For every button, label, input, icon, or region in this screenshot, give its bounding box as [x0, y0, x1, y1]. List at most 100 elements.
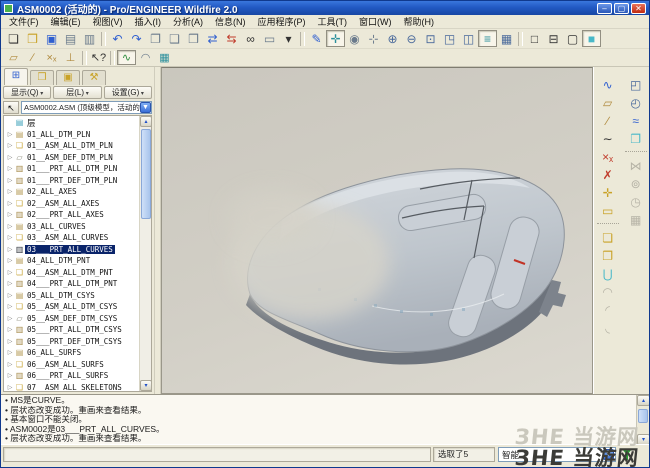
- model-selector-combo[interactable]: ASM0002.ASM (顶级模型，活动的): [21, 101, 152, 114]
- layer-label[interactable]: 01___PRT_ALL_DTM_PLN: [25, 164, 119, 173]
- pipe-tool-button[interactable]: ◠: [136, 50, 155, 65]
- reorient-button[interactable]: ◳: [440, 30, 459, 47]
- trim-tool-button[interactable]: ◜: [597, 302, 619, 320]
- layer-label[interactable]: 07__ASM_ALL_SKELETONS: [25, 383, 124, 391]
- layer-row[interactable]: 01___PRT_DEF_DTM_PLN: [6, 175, 139, 187]
- menu-info[interactable]: 信息(N): [209, 15, 252, 28]
- expand-arrow-icon[interactable]: [6, 142, 14, 149]
- layer-label[interactable]: 06___PRT_ALL_SURFS: [25, 371, 110, 380]
- layer-label[interactable]: 03_ALL_CURVES: [25, 222, 88, 231]
- curve-tool-button[interactable]: ∿: [117, 50, 136, 65]
- layer-row[interactable]: 03__ASM_ALL_CURVES: [6, 232, 139, 244]
- paste-special-button[interactable]: ❒: [184, 30, 203, 47]
- layer-label[interactable]: 06__ASM_ALL_SURFS: [25, 360, 106, 369]
- scroll-thumb[interactable]: [141, 129, 151, 219]
- expand-arrow-icon[interactable]: [6, 292, 14, 299]
- layer-row[interactable]: 02__ASM_ALL_AXES: [6, 198, 139, 210]
- refit-button[interactable]: ⊡: [421, 30, 440, 47]
- expand-arrow-icon[interactable]: [6, 303, 14, 310]
- layer-row[interactable]: 04_ALL_DTM_PNT: [6, 255, 139, 267]
- expand-arrow-icon[interactable]: [6, 257, 14, 264]
- no-hidden-button[interactable]: ▢: [563, 30, 582, 47]
- publish-geometry-button[interactable]: ❐: [597, 248, 619, 266]
- menu-insert[interactable]: 插入(I): [129, 15, 168, 28]
- layer-menu-button[interactable]: 层(L): [53, 86, 102, 99]
- wireframe-button[interactable]: □: [525, 30, 544, 47]
- sweep-tool-button[interactable]: ≈: [625, 113, 647, 131]
- menu-applications[interactable]: 应用程序(P): [252, 15, 312, 28]
- use-quilt-button[interactable]: ⋈: [625, 158, 647, 176]
- regenerate-custom-button[interactable]: ⇆: [222, 30, 241, 47]
- selection-filter-combo[interactable]: 智能: [498, 447, 616, 462]
- print-preview-button[interactable]: ▥: [80, 30, 99, 47]
- expand-arrow-icon[interactable]: [6, 338, 14, 345]
- expand-arrow-icon[interactable]: [6, 326, 14, 333]
- datum-axis-toggle[interactable]: ∕: [23, 50, 42, 65]
- merge-tool-button[interactable]: ⋃: [597, 266, 619, 284]
- layer-label[interactable]: 04_ALL_DTM_PNT: [25, 256, 92, 265]
- expand-arrow-icon[interactable]: [6, 384, 14, 391]
- style-tool-button[interactable]: ∿: [597, 77, 619, 95]
- expand-arrow-icon[interactable]: [6, 372, 14, 379]
- layer-row[interactable]: 05_ALL_DTM_CSYS: [6, 290, 139, 302]
- repaint-button[interactable]: ✎: [307, 30, 326, 47]
- layer-row[interactable]: 06_ALL_SURFS: [6, 347, 139, 359]
- expand-arrow-icon[interactable]: [6, 315, 14, 322]
- datum-point-tool[interactable]: ×ₓ: [597, 149, 619, 167]
- select-options-caret[interactable]: ▾: [279, 30, 298, 47]
- hidden-line-button[interactable]: ⊟: [544, 30, 563, 47]
- show-menu-button[interactable]: 显示(Q): [3, 86, 52, 99]
- model-viewport[interactable]: [160, 67, 594, 394]
- extrude-tool-button[interactable]: ◰: [625, 77, 647, 95]
- pan-zoom-button[interactable]: ⊹: [364, 30, 383, 47]
- layer-label[interactable]: 05_ALL_DTM_CSYS: [25, 291, 97, 300]
- extend-tool-button[interactable]: ◟: [597, 320, 619, 338]
- layer-row[interactable]: 01__ASM_ALL_DTM_PLN: [6, 140, 139, 152]
- zoom-out-button[interactable]: ⊖: [402, 30, 421, 47]
- regenerate-button[interactable]: ⇄: [203, 30, 222, 47]
- close-button[interactable]: [631, 2, 646, 14]
- layer-row[interactable]: 06___PRT_ALL_SURFS: [6, 370, 139, 382]
- undo-button[interactable]: ↶: [108, 30, 127, 47]
- layer-label[interactable]: 03___PRT_ALL_CURVES: [25, 244, 115, 254]
- expand-arrow-icon[interactable]: [6, 165, 14, 172]
- layer-label[interactable]: 05__ASM_ALL_DTM_CSYS: [25, 302, 119, 311]
- tab-favorites[interactable]: ▣: [56, 70, 80, 85]
- scroll-up-icon[interactable]: [140, 116, 151, 127]
- orient-mode-button[interactable]: ◉: [345, 30, 364, 47]
- expand-arrow-icon[interactable]: [6, 200, 14, 207]
- layer-row[interactable]: 07__ASM_ALL_SKELETONS: [6, 382, 139, 391]
- csys-display-toggle[interactable]: ⊥: [61, 50, 80, 65]
- layer-row[interactable]: 02___PRT_ALL_AXES: [6, 209, 139, 221]
- blend-tool-button[interactable]: ❐: [625, 131, 647, 149]
- zoom-in-button[interactable]: ⊕: [383, 30, 402, 47]
- plan-view-tool[interactable]: ▭: [597, 203, 619, 221]
- find-button[interactable]: ∞: [241, 30, 260, 47]
- csys-tool-button[interactable]: ✛: [597, 185, 619, 203]
- layer-label[interactable]: 05___PRT_ALL_DTM_CSYS: [25, 325, 124, 334]
- scroll-up-icon[interactable]: [637, 395, 649, 406]
- scroll-thumb[interactable]: [638, 409, 648, 423]
- layer-row[interactable]: 05__ASM_DEF_DTM_CSYS: [6, 313, 139, 325]
- layer-row[interactable]: 05__ASM_ALL_DTM_CSYS: [6, 301, 139, 313]
- select-arrow-button[interactable]: ↖: [3, 101, 19, 114]
- layer-label[interactable]: 02___PRT_ALL_AXES: [25, 210, 106, 219]
- layer-label[interactable]: 05___PRT_DEF_DTM_CSYS: [25, 337, 124, 346]
- tab-model-tree[interactable]: ⊞: [4, 68, 28, 85]
- scroll-down-icon[interactable]: [637, 434, 649, 444]
- hole-tool-button[interactable]: ⊚: [625, 176, 647, 194]
- layer-row[interactable]: 04__ASM_ALL_DTM_PNT: [6, 267, 139, 279]
- expand-arrow-icon[interactable]: [6, 188, 14, 195]
- layer-label[interactable]: 01___PRT_DEF_DTM_PLN: [25, 176, 119, 185]
- spin-center-button[interactable]: ✛: [326, 30, 345, 47]
- menu-window[interactable]: 窗口(W): [353, 15, 398, 28]
- layer-row[interactable]: 01___PRT_ALL_DTM_PLN: [6, 163, 139, 175]
- datum-axis-tool[interactable]: ∕: [597, 113, 619, 131]
- expand-arrow-icon[interactable]: [6, 223, 14, 230]
- copy-button[interactable]: ❐: [146, 30, 165, 47]
- expand-arrow-icon[interactable]: [6, 246, 14, 253]
- layer-label[interactable]: 01_ALL_DTM_PLN: [25, 130, 92, 139]
- layer-label[interactable]: 06_ALL_SURFS: [25, 348, 83, 357]
- round-tool-button[interactable]: ◷: [625, 194, 647, 212]
- layer-label[interactable]: 02__ASM_ALL_AXES: [25, 199, 101, 208]
